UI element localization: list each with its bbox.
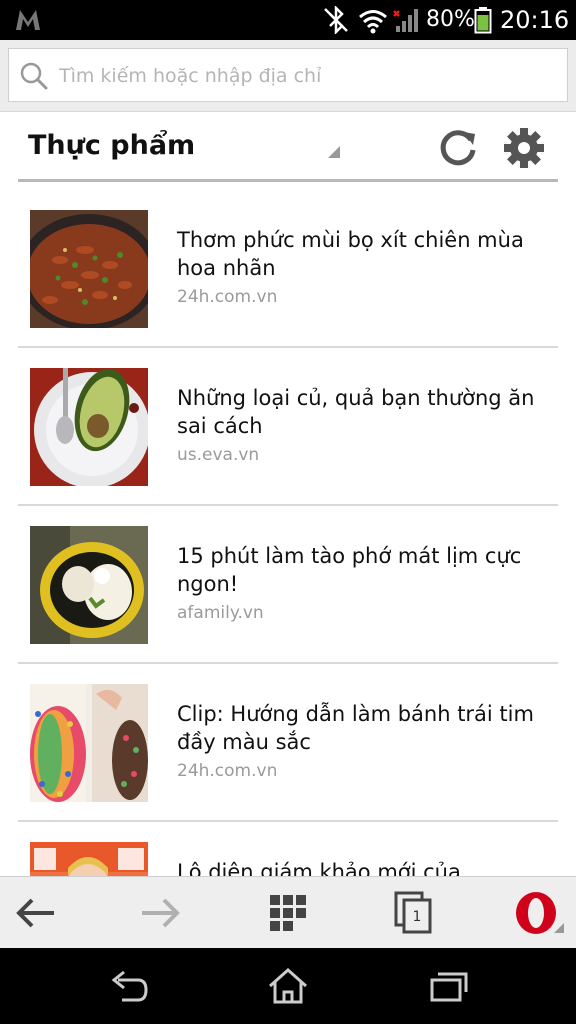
address-bar-area [0,40,576,112]
system-recents-icon[interactable] [428,966,472,1006]
tab-count: 1 [412,909,422,925]
dropdown-triangle-icon[interactable] [328,146,340,158]
news-title[interactable]: Clip: Hướng dẫn làm bánh trái tim đầy mà… [177,700,547,756]
settings-gear-icon[interactable] [502,126,546,170]
speed-dial-grid-icon[interactable] [266,891,310,935]
news-list: Thơm phức mùi bọ xít chiên mùa hoa nhãn … [18,190,558,876]
status-bar: 80% 20:16 [0,0,576,40]
wifi-icon [359,10,387,34]
news-item[interactable]: Thơm phức mùi bọ xít chiên mùa hoa nhãn … [18,190,558,348]
battery-icon [474,7,492,34]
news-title[interactable]: Thơm phức mùi bọ xít chiên mùa hoa nhãn [177,226,547,282]
system-nav-bar [0,948,576,1024]
clock: 20:16 [500,6,570,34]
search-input[interactable] [59,57,559,95]
news-item[interactable]: Clip: Hướng dẫn làm bánh trái tim đầy mà… [18,664,558,822]
browser-toolbar: 1 [0,876,576,948]
address-bar[interactable] [8,48,568,102]
forward-arrow-icon[interactable] [138,891,182,935]
news-item[interactable]: Lộ diện giám khảo mới của [18,822,558,876]
news-thumbnail-judge [30,842,148,876]
system-back-icon[interactable] [108,966,152,1006]
news-title[interactable]: 15 phút làm tào phớ mát lịm cực ngon! [177,542,547,598]
battery-percent: 80% [426,7,475,32]
search-icon [20,62,48,90]
news-source: 24h.com.vn [177,287,278,307]
news-thumbnail-tofu-pudding [30,526,148,644]
news-source: 24h.com.vn [177,761,278,781]
news-title[interactable]: Những loại củ, quả bạn thường ăn sai các… [177,384,547,440]
news-source: afamily.vn [177,603,264,623]
cell-signal-icon [393,9,418,32]
news-thumbnail-rainbow-cake [30,684,148,802]
opera-menu-icon[interactable] [514,891,566,935]
news-title[interactable]: Lộ diện giám khảo mới của [177,858,547,876]
system-home-icon[interactable] [266,966,310,1006]
app-notification-icon [16,10,40,30]
news-thumbnail-fried-bugs [30,210,148,328]
refresh-icon[interactable] [438,126,480,168]
category-header: Thực phẩm [18,112,558,182]
bluetooth-off-icon [324,6,348,34]
news-item[interactable]: 15 phút làm tào phớ mát lịm cực ngon! af… [18,506,558,664]
news-source: us.eva.vn [177,445,260,465]
news-thumbnail-avocado [30,368,148,486]
category-title[interactable]: Thực phẩm [28,128,195,164]
back-arrow-icon[interactable] [14,891,58,935]
news-item[interactable]: Những loại củ, quả bạn thường ăn sai các… [18,348,558,506]
